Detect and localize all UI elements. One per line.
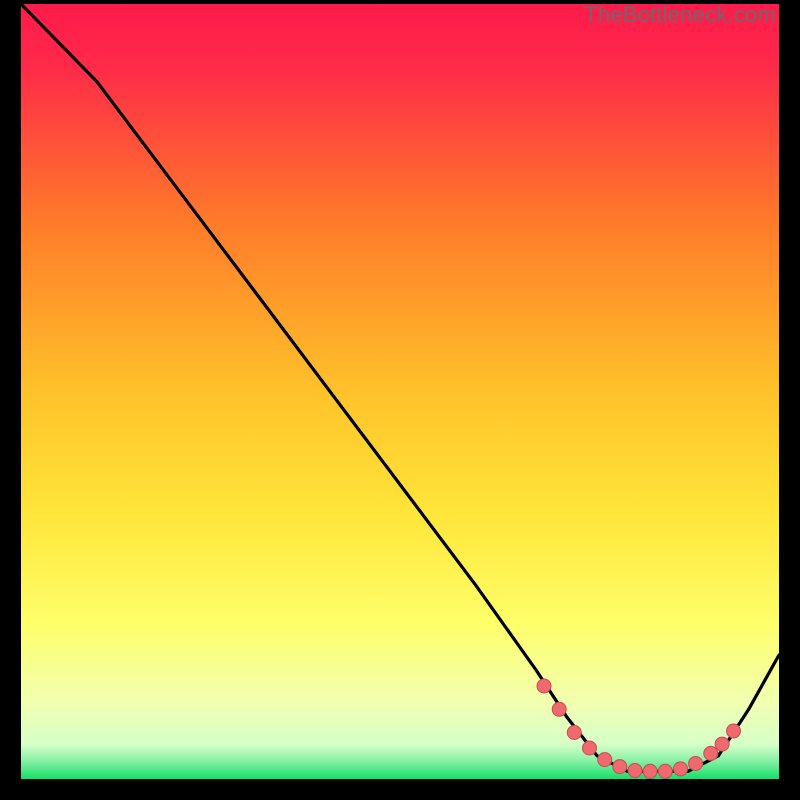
- highlight-dot: [583, 741, 597, 755]
- highlight-dot: [643, 764, 657, 778]
- highlight-dot: [613, 760, 627, 774]
- chart-frame: [21, 4, 779, 779]
- highlight-dot: [567, 726, 581, 740]
- highlight-dot: [598, 753, 612, 767]
- highlight-dot: [715, 737, 729, 751]
- gradient-background: [21, 4, 779, 779]
- highlight-dot: [628, 764, 642, 778]
- highlight-dot: [704, 746, 718, 760]
- bottleneck-plot: [21, 4, 779, 779]
- highlight-dot: [727, 724, 741, 738]
- highlight-dot: [658, 764, 672, 778]
- highlight-dot: [552, 702, 566, 716]
- highlight-dot: [537, 679, 551, 693]
- highlight-dot: [689, 757, 703, 771]
- highlight-dot: [674, 762, 688, 776]
- watermark-text: TheBottleneck.com: [584, 2, 776, 28]
